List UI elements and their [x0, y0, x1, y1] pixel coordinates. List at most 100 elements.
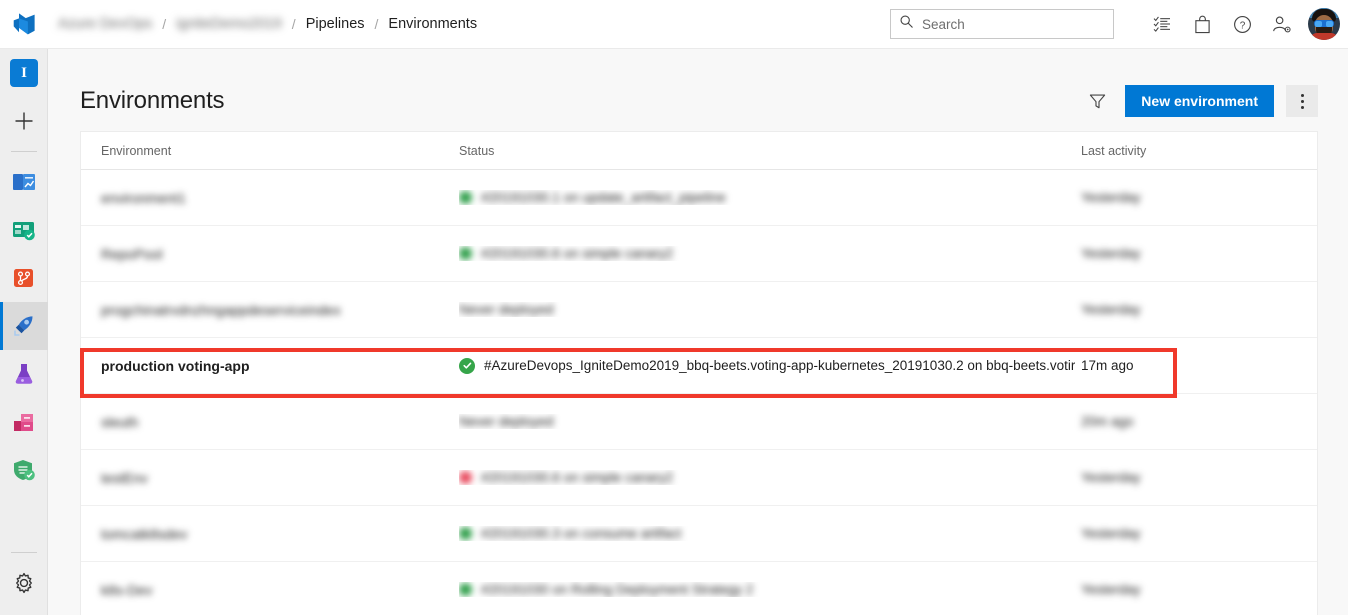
environment-name: tomcatk8sdev: [101, 525, 188, 542]
rail-divider: [10, 151, 37, 152]
page-header-actions: New environment: [1081, 85, 1318, 117]
avatar[interactable]: [1308, 8, 1340, 40]
settings-gear-icon: [16, 572, 32, 594]
sidebar-item-boards[interactable]: [0, 206, 48, 254]
environment-name: RepoPool: [101, 245, 163, 262]
breadcrumb-pipelines[interactable]: Pipelines: [306, 16, 365, 32]
artifacts-icon: [14, 414, 33, 431]
top-navigation-bar: Azure DevOps / igniteDemo2019 / Pipeline…: [0, 0, 1348, 49]
search-placeholder: Search: [922, 16, 965, 32]
status-cell: Never deployed: [459, 302, 1081, 317]
status-cell: #20191030.1 on update_artifact_pipeline: [459, 190, 1081, 205]
breadcrumb-separator: /: [291, 16, 296, 32]
rail-bottom-section: [0, 546, 48, 607]
last-activity-cell: Yesterday: [1081, 190, 1141, 205]
breadcrumb: Azure DevOps / igniteDemo2019 / Pipeline…: [58, 16, 477, 32]
last-activity-cell: Yesterday: [1081, 582, 1141, 597]
status-cell: #20191030.6 on simple canary2: [459, 246, 1081, 261]
environment-name: environment1: [101, 189, 186, 206]
column-header-status: Status: [459, 143, 495, 158]
status-cell: #20191030.6 on simple canary2: [459, 470, 1081, 485]
column-header-last-activity: Last activity: [1081, 143, 1147, 158]
breadcrumb-separator: /: [374, 16, 379, 32]
sidebar-item-project-settings[interactable]: [0, 559, 48, 607]
page-title: Environments: [80, 87, 225, 114]
status-indicator-dot: [459, 191, 472, 204]
new-environment-button[interactable]: New environment: [1125, 85, 1274, 117]
status-text[interactable]: #AzureDevops_IgniteDemo2019_bbq-beets.vo…: [484, 358, 1075, 373]
breadcrumb-project[interactable]: igniteDemo2019: [176, 16, 282, 32]
sidebar-item-security[interactable]: [0, 446, 48, 494]
status-text: #20191030.6 on simple canary2: [481, 246, 674, 261]
test-plans-flask-icon: [15, 364, 33, 384]
status-text: Never deployed: [459, 302, 554, 317]
last-activity-cell: Yesterday: [1081, 526, 1141, 541]
breadcrumb-organization[interactable]: Azure DevOps: [58, 16, 152, 32]
table-row[interactable]: k8s-Dev #20191030 on Rolling Deployment S…: [81, 562, 1317, 615]
rail-divider-bottom: [11, 552, 37, 553]
status-cell: Never deployed: [459, 414, 1081, 429]
more-actions-dots: [1300, 93, 1304, 109]
table-body: environment1 #20191030.1 on update_artifa…: [81, 170, 1317, 615]
table-row[interactable]: tomcatk8sdev #20191030.3 on consume artif…: [81, 506, 1317, 562]
overview-icon: [13, 174, 35, 190]
more-actions-icon[interactable]: [1286, 85, 1318, 117]
azure-devops-environments-page: Azure DevOps / igniteDemo2019 / Pipeline…: [0, 0, 1348, 615]
marketplace-bag-icon[interactable]: [1182, 4, 1222, 44]
boards-icon: [13, 222, 35, 241]
azure-devops-logo[interactable]: [0, 0, 48, 48]
status-indicator-dot: [459, 527, 472, 540]
table-row[interactable]: progchinatrvdnzhngappdeserviceindex Never…: [81, 282, 1317, 338]
status-text: #20191030.6 on simple canary2: [481, 470, 674, 485]
status-indicator-dot: [459, 247, 472, 260]
table-row[interactable]: sleuth Never deployed 20m ago: [81, 394, 1317, 450]
new-item-plus-icon[interactable]: [0, 97, 48, 145]
status-cell: #20191030 on Rolling Deployment Strategy…: [459, 582, 1081, 597]
status-text: #20191030.3 on consume artifact: [481, 526, 682, 541]
last-activity-cell: Yesterday: [1081, 470, 1141, 485]
sidebar-item-test-plans[interactable]: [0, 350, 48, 398]
status-cell: #20191030.3 on consume artifact: [459, 526, 1081, 541]
filter-funnel-icon[interactable]: [1081, 85, 1113, 117]
page-header: Environments New environment: [48, 49, 1348, 131]
environment-name: progchinatrvdnzhngappdeserviceindex: [101, 301, 341, 318]
environment-name: sleuth: [101, 413, 139, 430]
status-text: Never deployed: [459, 414, 554, 429]
environment-name[interactable]: production voting-app: [101, 358, 459, 374]
left-navigation-rail: I: [0, 49, 48, 615]
main-content: Environments New environment Environment…: [48, 49, 1348, 615]
last-activity-cell: Yesterday: [1081, 302, 1141, 317]
project-badge[interactable]: I: [0, 49, 48, 97]
user-settings-icon[interactable]: [1262, 4, 1302, 44]
breadcrumb-separator: /: [162, 16, 167, 32]
breadcrumb-environments[interactable]: Environments: [388, 16, 477, 32]
status-success-check-icon: [459, 357, 475, 374]
column-header-environment: Environment: [101, 143, 172, 158]
task-list-icon[interactable]: [1142, 4, 1182, 44]
environments-table: Environment Status Last activity environ…: [80, 131, 1318, 615]
repos-icon: [14, 269, 33, 287]
sidebar-item-overview[interactable]: [0, 158, 48, 206]
search-icon: [899, 14, 914, 34]
environment-name: testEnv: [101, 469, 148, 486]
status-text: #20191030 on Rolling Deployment Strategy…: [481, 582, 754, 597]
last-activity-cell: 20m ago: [1081, 414, 1134, 429]
status-cell: #AzureDevops_IgniteDemo2019_bbq-beets.vo…: [459, 357, 1081, 374]
sidebar-item-pipelines[interactable]: [0, 302, 48, 350]
security-shield-icon: [14, 460, 35, 481]
sidebar-item-artifacts[interactable]: [0, 398, 48, 446]
last-activity-cell: 17m ago: [1081, 358, 1134, 373]
table-row[interactable]: testEnv #20191030.6 on simple canary2 Yest…: [81, 450, 1317, 506]
table-row[interactable]: environment1 #20191030.1 on update_artifa…: [81, 170, 1317, 226]
topbar-actions: Search ?: [890, 4, 1348, 44]
table-row[interactable]: RepoPool #20191030.6 on simple canary2 Yes…: [81, 226, 1317, 282]
table-header-row: Environment Status Last activity: [81, 132, 1317, 170]
search-input[interactable]: Search: [890, 9, 1114, 39]
status-text: #20191030.1 on update_artifact_pipeline: [481, 190, 726, 205]
table-row[interactable]: production voting-app #AzureDevops_Ignite…: [81, 338, 1317, 394]
help-question-icon[interactable]: ?: [1222, 4, 1262, 44]
status-indicator-dot: [459, 583, 472, 596]
status-indicator-dot: [459, 471, 472, 484]
environment-name: k8s-Dev: [101, 581, 153, 598]
sidebar-item-repos[interactable]: [0, 254, 48, 302]
